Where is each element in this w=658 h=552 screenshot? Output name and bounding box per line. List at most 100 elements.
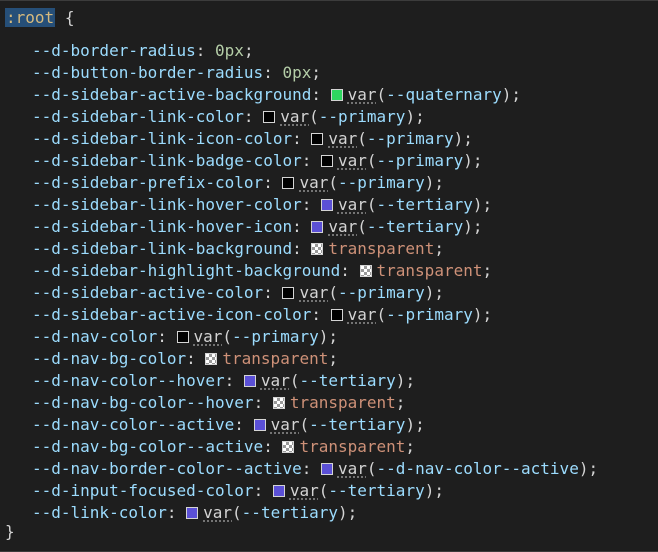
semicolon: ; — [347, 503, 358, 522]
color-swatch-icon[interactable] — [176, 331, 189, 343]
declaration-line: --d-sidebar-link-hover-icon: var(--terti… — [32, 216, 483, 238]
color-swatch-icon[interactable] — [330, 89, 343, 101]
colon: : — [253, 481, 273, 500]
color-swatch-icon[interactable] — [186, 507, 199, 519]
var-function[interactable]: var — [328, 217, 357, 236]
color-swatch-icon[interactable] — [359, 265, 372, 277]
var-function[interactable]: var — [203, 503, 232, 522]
property-name: --d-nav-border-color--active — [32, 459, 302, 478]
colon: : — [263, 283, 283, 302]
property-name: --d-sidebar-link-hover-icon — [32, 217, 293, 236]
colon: : — [292, 239, 312, 258]
color-swatch-icon[interactable] — [320, 463, 333, 475]
colon: : — [292, 217, 312, 236]
semicolon: ; — [328, 349, 338, 368]
semicolon: ; — [243, 41, 254, 60]
color-swatch-icon[interactable] — [243, 375, 256, 387]
colon: : — [166, 503, 187, 522]
var-function[interactable]: var — [348, 305, 377, 324]
declaration-line: --d-sidebar-active-background: var(--qua… — [32, 84, 521, 106]
paren-open: ( — [376, 85, 387, 104]
declaration-line: --d-sidebar-link-color: var(--primary); — [32, 106, 425, 128]
color-swatch-icon[interactable] — [311, 221, 324, 233]
colon: : — [195, 41, 216, 60]
var-function[interactable]: var — [280, 107, 309, 126]
paren-open: ( — [366, 195, 377, 214]
declaration-line: --d-border-radius: 0px; — [32, 40, 254, 62]
declaration-line: --d-sidebar-link-badge-color: var(--prim… — [32, 150, 483, 172]
var-function[interactable]: var — [338, 459, 367, 478]
color-swatch-icon[interactable] — [205, 353, 218, 365]
declaration-line: --d-nav-color: var(--primary); — [32, 326, 338, 348]
property-name: --d-border-radius — [32, 41, 196, 60]
var-function[interactable]: var — [290, 481, 319, 500]
color-swatch-icon[interactable] — [272, 397, 285, 409]
property-value: transparent — [299, 437, 406, 456]
variable-reference: --primary — [386, 305, 473, 324]
color-swatch-icon[interactable] — [311, 243, 324, 255]
colon: : — [301, 151, 321, 170]
semicolon: ; — [311, 63, 321, 82]
colon: : — [263, 63, 283, 82]
color-swatch-icon[interactable] — [282, 441, 295, 453]
variable-reference: --tertiary — [366, 217, 464, 236]
variable-reference: --primary — [366, 129, 454, 148]
semicolon: ; — [395, 393, 406, 412]
paren-close: ) — [463, 151, 473, 170]
color-swatch-icon[interactable] — [272, 485, 285, 497]
close-brace: } — [5, 522, 15, 541]
color-swatch-icon[interactable] — [311, 133, 324, 145]
color-swatch-icon[interactable] — [330, 309, 343, 321]
color-swatch-icon[interactable] — [282, 287, 295, 299]
root-selector[interactable]: :root — [5, 8, 56, 27]
declaration-line: --d-sidebar-highlight-background: transp… — [32, 260, 492, 282]
declaration-line: --d-nav-bg-color: transparent; — [32, 348, 338, 370]
property-name: --d-nav-color — [32, 327, 158, 346]
color-swatch-icon[interactable] — [320, 155, 333, 167]
paren-close: ) — [405, 415, 416, 434]
property-name: --d-sidebar-active-icon-color — [32, 305, 312, 324]
paren-close: ) — [501, 85, 512, 104]
declaration-line: --d-link-color: var(--tertiary); — [32, 502, 357, 524]
colon: : — [243, 107, 264, 126]
var-function[interactable]: var — [338, 151, 367, 170]
property-value: 0px — [215, 41, 244, 60]
property-name: --d-nav-bg-color--hover — [32, 393, 254, 412]
property-name: --d-sidebar-prefix-color — [32, 173, 264, 192]
var-function[interactable]: var — [299, 173, 328, 192]
declaration-line: --d-nav-border-color--active: var(--d-na… — [32, 458, 598, 480]
semicolon: ; — [405, 371, 416, 390]
colon: : — [311, 85, 331, 104]
declaration-line: --d-sidebar-link-background: transparent… — [32, 238, 444, 260]
color-swatch-icon[interactable] — [253, 419, 266, 431]
var-function[interactable]: var — [261, 371, 290, 390]
color-swatch-icon[interactable] — [282, 177, 295, 189]
semicolon: ; — [463, 129, 473, 148]
property-name: --d-sidebar-link-color — [32, 107, 244, 126]
declaration-line: --d-sidebar-active-icon-color: var(--pri… — [32, 304, 492, 326]
property-value: transparent — [289, 393, 396, 412]
property-name: --d-nav-bg-color — [32, 349, 187, 368]
paren-close: ) — [424, 481, 435, 500]
paren-close: ) — [453, 129, 464, 148]
var-function[interactable]: var — [194, 327, 223, 346]
declaration-line: --d-sidebar-link-icon-color: var(--prima… — [32, 128, 473, 150]
color-swatch-icon[interactable] — [320, 199, 333, 211]
code-editor[interactable]: :root { --d-border-radius: 0px; --d-butto… — [0, 0, 658, 552]
var-function[interactable]: var — [338, 195, 367, 214]
variable-reference: --primary — [338, 173, 425, 192]
declaration-line: --d-sidebar-active-color: var(--primary)… — [32, 282, 444, 304]
var-function[interactable]: var — [348, 85, 377, 104]
paren-close: ) — [318, 327, 329, 346]
paren-open: ( — [309, 107, 319, 126]
semicolon: ; — [482, 305, 493, 324]
property-name: --d-sidebar-active-background — [32, 85, 312, 104]
var-function[interactable]: var — [271, 415, 300, 434]
color-swatch-icon[interactable] — [263, 111, 276, 123]
var-function[interactable]: var — [299, 283, 328, 302]
var-function[interactable]: var — [328, 129, 357, 148]
variable-reference: --primary — [338, 283, 425, 302]
property-value: transparent — [222, 349, 329, 368]
declaration-line: --d-nav-color--active: var(--tertiary); — [32, 414, 425, 436]
selector-line: :root { — [5, 7, 74, 29]
